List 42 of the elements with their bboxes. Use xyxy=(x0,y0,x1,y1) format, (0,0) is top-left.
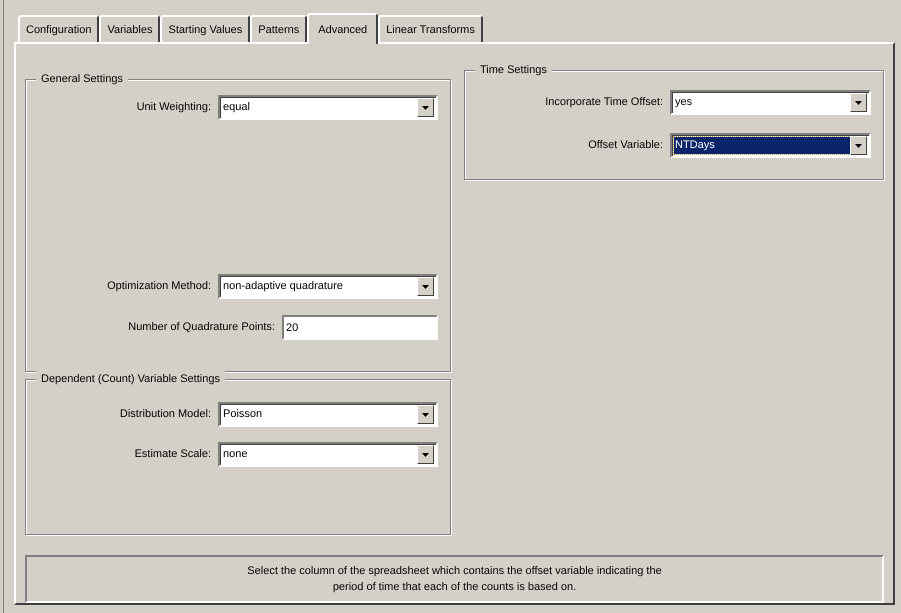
group-title: Dependent (Count) Variable Settings xyxy=(36,371,225,387)
tab[interactable]: Configuration xyxy=(18,15,100,42)
dropdown-arrow-button[interactable] xyxy=(417,445,434,464)
dropdown[interactable]: Poisson xyxy=(218,402,438,427)
field-label: Distribution Model: xyxy=(118,407,212,422)
field-label: Number of Quadrature Points: xyxy=(127,320,276,336)
tab[interactable]: Linear Transforms xyxy=(378,15,483,42)
dropdown-value: none xyxy=(222,447,248,462)
dropdown-arrow-button[interactable] xyxy=(417,277,434,296)
group-title: Time Settings xyxy=(475,62,552,78)
tab[interactable]: Variables xyxy=(99,15,160,42)
input-field[interactable]: 20 xyxy=(282,315,438,340)
tab[interactable]: Patterns xyxy=(250,15,308,42)
dropdown[interactable]: non-adaptive quadrature xyxy=(218,274,438,299)
field-label: Optimization Method: xyxy=(106,279,212,294)
down-triangle-icon xyxy=(422,452,429,456)
dropdown-value: yes xyxy=(674,95,694,110)
down-triangle-icon xyxy=(855,144,862,148)
dropdown-arrow-button[interactable] xyxy=(850,93,867,112)
dropdown[interactable]: equal xyxy=(218,95,438,120)
dropdown[interactable]: yes xyxy=(670,90,871,115)
dropdown-value: NTDays xyxy=(674,137,850,154)
tab[interactable]: Starting Values xyxy=(160,15,250,42)
help-text: Select the column of the spreadsheet which contains the offset variable indicating the period of time that each of the counts is based on. xyxy=(246,564,663,595)
down-triangle-icon xyxy=(422,284,429,288)
group-title: General Settings xyxy=(36,71,128,87)
dropdown-arrow-button[interactable] xyxy=(417,98,434,117)
tab[interactable]: Advanced xyxy=(307,13,378,44)
dropdown-value: non-adaptive quadrature xyxy=(222,279,344,294)
field-label: Offset Variable: xyxy=(587,138,664,154)
dropdown[interactable]: NTDays xyxy=(670,133,871,158)
down-triangle-icon xyxy=(422,412,429,416)
dropdown[interactable]: none xyxy=(218,442,438,467)
dropdown-value: equal xyxy=(222,100,251,115)
field-label: Unit Weighting: xyxy=(136,100,212,116)
dropdown-arrow-button[interactable] xyxy=(850,136,867,155)
down-triangle-icon xyxy=(422,106,429,110)
dropdown-value: Poisson xyxy=(222,407,264,422)
down-triangle-icon xyxy=(855,100,862,104)
field-label: Incorporate Time Offset: xyxy=(544,95,664,110)
field-label: Estimate Scale: xyxy=(134,447,212,462)
dropdown-arrow-button[interactable] xyxy=(417,405,434,424)
